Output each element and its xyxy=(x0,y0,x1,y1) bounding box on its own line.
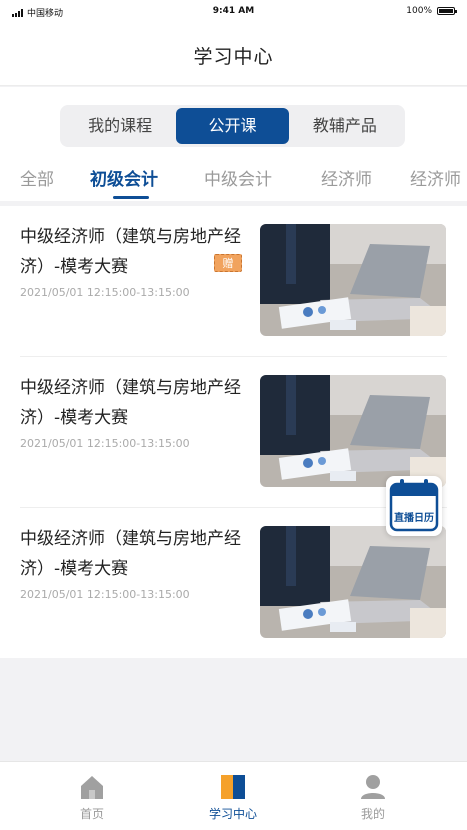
tab-all[interactable]: 全部 xyxy=(20,165,54,190)
course-date: 2021/05/01 12:15:00-13:15:00 xyxy=(20,286,190,299)
course-title: 中级经济师（建筑与房地产经济）-模考大赛 xyxy=(20,227,241,277)
tab-economist[interactable]: 经济师 xyxy=(321,165,372,190)
gift-badge: 赠 xyxy=(214,254,242,272)
segmented-control: 我的课程 公开课 教辅产品 xyxy=(60,105,405,147)
tab-study-center[interactable]: 学习中心 xyxy=(173,762,293,830)
status-bar: 中国移动 9:41 AM 100% xyxy=(0,0,467,24)
course-card[interactable]: 中级经济师（建筑与房地产经济）-模考大赛 赠 2021/05/01 12:15:… xyxy=(0,206,467,356)
filter-area: 我的课程 公开课 教辅产品 全部 初级会计 中级会计 经济师 经济师 xyxy=(0,87,467,201)
active-tab-indicator xyxy=(113,196,149,199)
live-calendar-label: 直播日历 xyxy=(394,513,434,524)
tab-economist-2[interactable]: 经济师 xyxy=(410,165,461,190)
course-thumbnail xyxy=(260,224,446,336)
segment-my-courses[interactable]: 我的课程 xyxy=(64,108,176,144)
tab-intermediate-accounting[interactable]: 中级会计 xyxy=(204,165,272,190)
page-title: 学习中心 xyxy=(193,46,274,68)
tab-home[interactable]: 首页 xyxy=(32,762,152,830)
user-icon xyxy=(361,775,385,799)
status-time: 9:41 AM xyxy=(212,6,255,16)
course-title: 中级经济师（建筑与房地产经济）-模考大赛 xyxy=(20,529,241,579)
battery-percent: 100% xyxy=(406,6,432,16)
tab-profile[interactable]: 我的 xyxy=(313,762,433,830)
course-date: 2021/05/01 12:15:00-13:15:00 xyxy=(20,437,190,450)
live-calendar-button[interactable]: 直播日历 xyxy=(386,476,442,536)
course-thumbnail xyxy=(260,375,446,487)
tab-label: 首页 xyxy=(79,807,104,821)
course-thumbnail xyxy=(260,526,446,638)
battery-icon xyxy=(437,7,457,15)
course-title: 中级经济师（建筑与房地产经济）-模考大赛 xyxy=(20,378,241,428)
calendar-icon xyxy=(389,479,439,532)
category-tabs: 全部 初级会计 中级会计 经济师 经济师 xyxy=(0,163,467,201)
course-list: 中级经济师（建筑与房地产经济）-模考大赛 赠 2021/05/01 12:15:… xyxy=(0,206,467,658)
nav-header: 学习中心 xyxy=(0,24,467,86)
home-icon xyxy=(81,776,103,799)
tab-label: 我的 xyxy=(360,807,385,821)
app-screen: 中国移动 9:41 AM 100% 学习中心 我的课程 公开课 教辅产品 全部 … xyxy=(0,0,467,830)
book-icon xyxy=(221,775,245,799)
segment-study-products[interactable]: 教辅产品 xyxy=(289,108,401,144)
segment-public-courses[interactable]: 公开课 xyxy=(176,108,289,144)
tab-label: 学习中心 xyxy=(208,807,257,821)
course-date: 2021/05/01 12:15:00-13:15:00 xyxy=(20,588,190,601)
tab-junior-accounting[interactable]: 初级会计 xyxy=(90,165,158,190)
bottom-tab-bar: 首页 学习中心 我的 xyxy=(0,761,467,830)
status-right: 100% xyxy=(406,6,457,16)
